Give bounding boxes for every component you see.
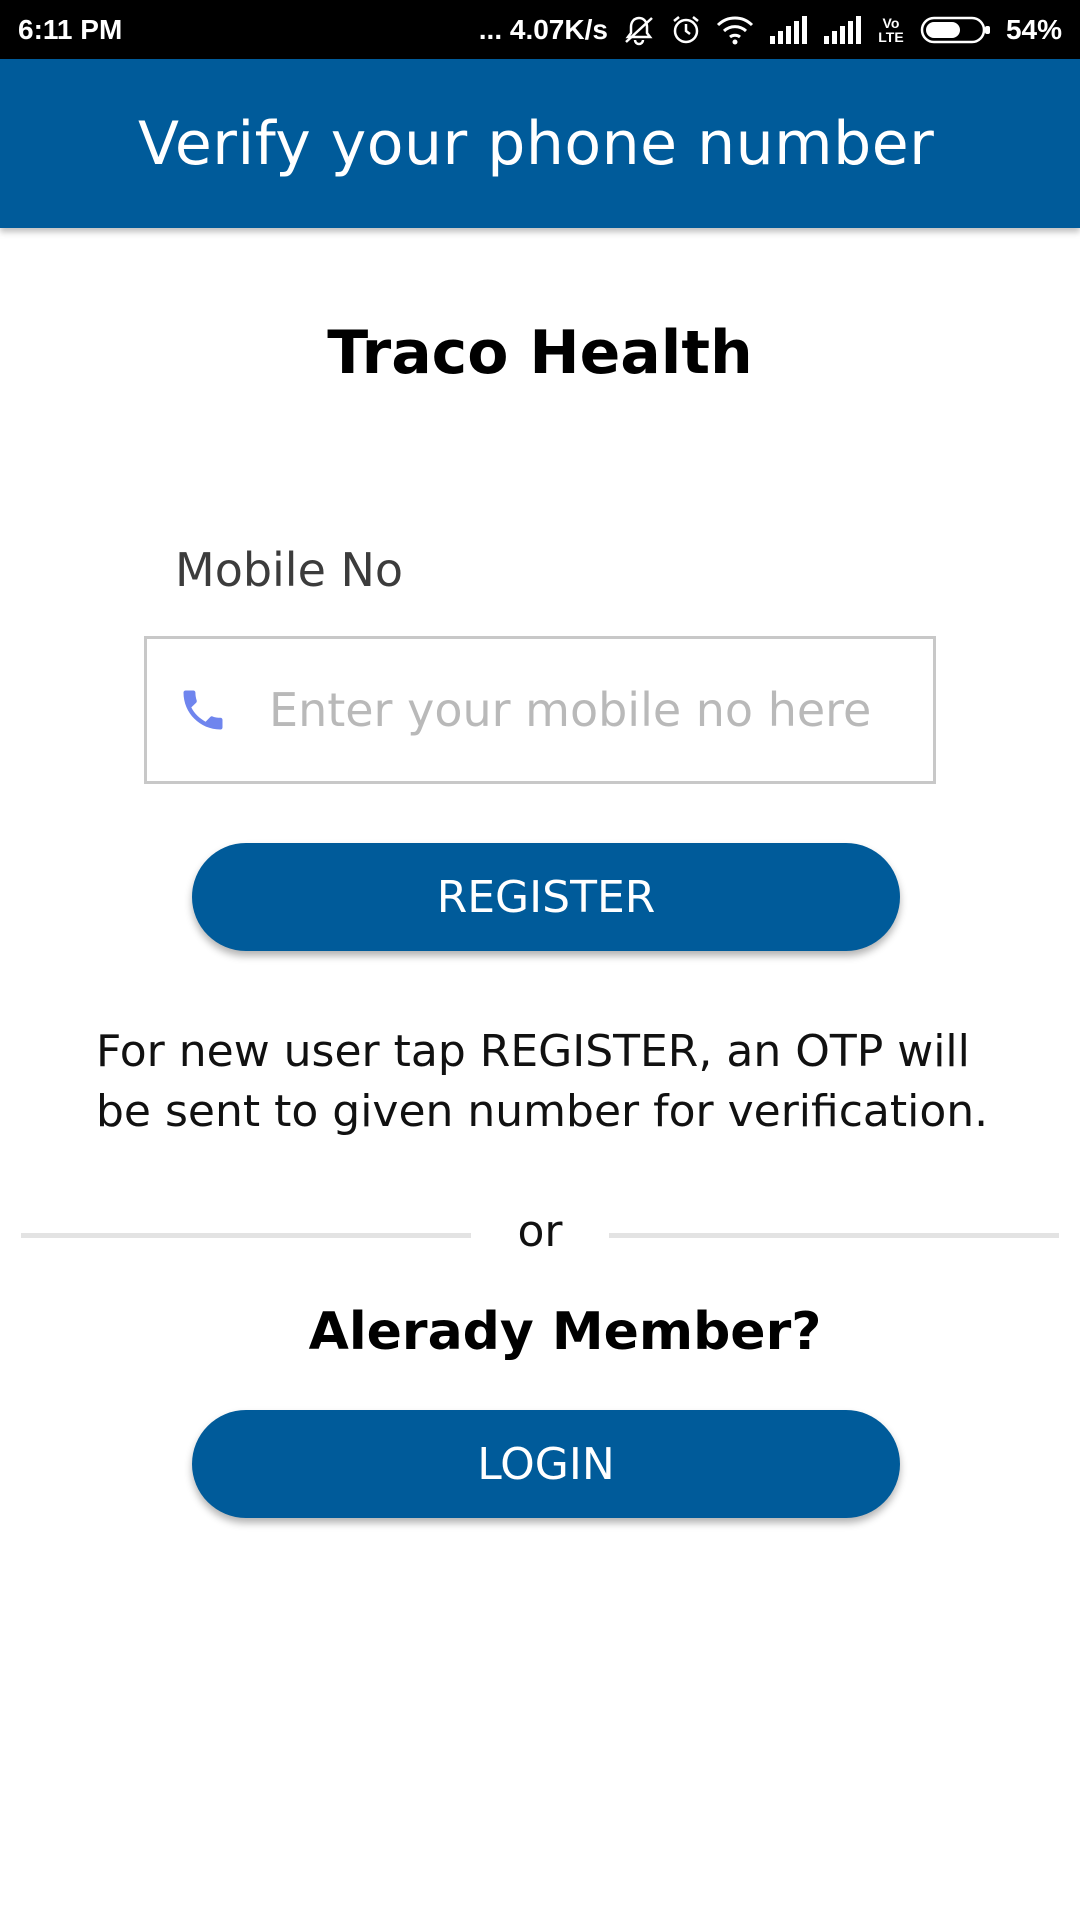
page-title: Verify your phone number	[138, 108, 935, 179]
battery-percent: 54%	[1005, 13, 1062, 45]
battery-icon	[920, 15, 992, 45]
status-indicators: ... 4.07K/s Vo LTE 54%	[479, 14, 1062, 46]
alarm-icon	[670, 14, 702, 46]
network-speed: ... 4.07K/s	[478, 13, 608, 45]
volte-label: Vo LTE	[878, 14, 904, 45]
mute-icon	[622, 14, 656, 46]
status-time: 6:11 PM	[18, 13, 123, 45]
signal-icon	[768, 15, 808, 44]
app-bar: Verify your phone number	[0, 59, 1080, 228]
volte-icon: Vo LTE	[876, 16, 906, 44]
wifi-icon	[716, 15, 754, 45]
already-member-text: Alerady Member?	[308, 1302, 822, 1362]
mobile-label: Mobile No	[175, 543, 404, 597]
mobile-input[interactable]	[267, 682, 911, 738]
register-button[interactable]: REGISTER	[192, 843, 900, 951]
signal-icon	[822, 15, 862, 44]
phone-icon	[177, 684, 229, 736]
divider-right	[609, 1233, 1059, 1238]
status-bar: 6:11 PM ... 4.07K/s Vo LTE 54%	[0, 0, 1080, 59]
brand-name: Traco Health	[327, 318, 753, 388]
mobile-field[interactable]	[144, 636, 936, 784]
register-info-text: For new user tap REGISTER, an OTP will b…	[96, 1026, 989, 1137]
login-button[interactable]: LOGIN	[192, 1410, 900, 1518]
or-separator: or	[517, 1206, 563, 1257]
